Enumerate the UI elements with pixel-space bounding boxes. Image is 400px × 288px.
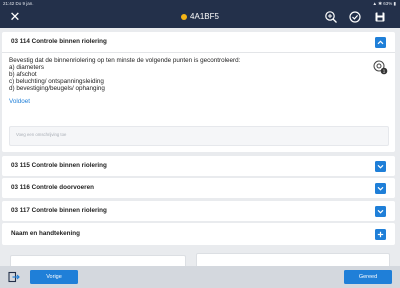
signature-field[interactable] — [196, 253, 390, 266]
answer-value[interactable]: Voldoet — [9, 98, 379, 106]
chevron-down-icon — [377, 209, 384, 214]
status-dot-icon — [181, 13, 188, 20]
section-card-117[interactable]: 03 117 Controle binnen riolering — [2, 201, 395, 221]
save-icon[interactable] — [373, 10, 387, 24]
status-bar: 21:42 Do 9 jan. ▲ ✱ 63% ▮ — [0, 0, 400, 7]
section-body: Bevestig dat de binnenriolering op ten m… — [9, 57, 379, 106]
nav-title-text: 4A1BF5 — [190, 12, 219, 21]
exit-icon[interactable] — [7, 270, 21, 284]
collapse-button[interactable] — [375, 37, 386, 48]
section-title: 03 116 Controle doorvoeren — [11, 184, 94, 191]
bottom-bar: Vorige Gereed — [0, 266, 400, 288]
section-header[interactable]: 03 114 Controle binnen riolering — [2, 32, 395, 52]
instruction-line: d) bevestiging/beugels/ ophanging — [9, 85, 105, 92]
instruction-line: b) afschot — [9, 71, 37, 78]
chevron-up-icon — [377, 40, 384, 45]
section-title: 03 115 Controle binnen riolering — [11, 162, 107, 169]
check-circle-icon[interactable] — [348, 10, 362, 24]
name-field[interactable] — [10, 255, 186, 266]
status-system-info: ▲ ✱ 63% ▮ — [372, 1, 396, 6]
section-title: 03 117 Controle binnen riolering — [11, 207, 107, 214]
divider — [2, 52, 395, 53]
nav-title: 4A1BF5 — [0, 11, 400, 23]
camera-icon[interactable]: 1 — [372, 59, 388, 75]
expand-button[interactable] — [375, 206, 386, 217]
chevron-down-icon — [377, 186, 384, 191]
top-nav-bar: ✕ 4A1BF5 — [0, 7, 400, 28]
description-input[interactable]: Voeg een omschrijving toe — [9, 126, 389, 146]
section-title: Naam en handtekening — [11, 230, 80, 237]
status-time-date: 21:42 Do 9 jan. — [3, 1, 34, 6]
previous-button[interactable]: Vorige — [30, 270, 78, 284]
plus-icon — [377, 231, 384, 238]
expand-button[interactable] — [375, 161, 386, 172]
search-zoom-icon[interactable] — [324, 10, 338, 24]
add-button[interactable] — [375, 229, 386, 240]
done-button[interactable]: Gereed — [344, 270, 392, 284]
chevron-down-icon — [377, 164, 384, 169]
section-card-signature[interactable]: Naam en handtekening — [2, 223, 395, 245]
instruction-text: Bevestig dat de binnenriolering op ten m… — [9, 57, 379, 92]
instruction-line: c) beluchting/ ontspanningsleiding — [9, 78, 104, 85]
section-card-115[interactable]: 03 115 Controle binnen riolering — [2, 156, 395, 176]
expand-button[interactable] — [375, 183, 386, 194]
instruction-line: Bevestig dat de binnenriolering op ten m… — [9, 57, 241, 64]
section-title: 03 114 Controle binnen riolering — [11, 38, 107, 45]
section-card-116[interactable]: 03 116 Controle doorvoeren — [2, 178, 395, 198]
instruction-line: a) diameters — [9, 64, 44, 71]
